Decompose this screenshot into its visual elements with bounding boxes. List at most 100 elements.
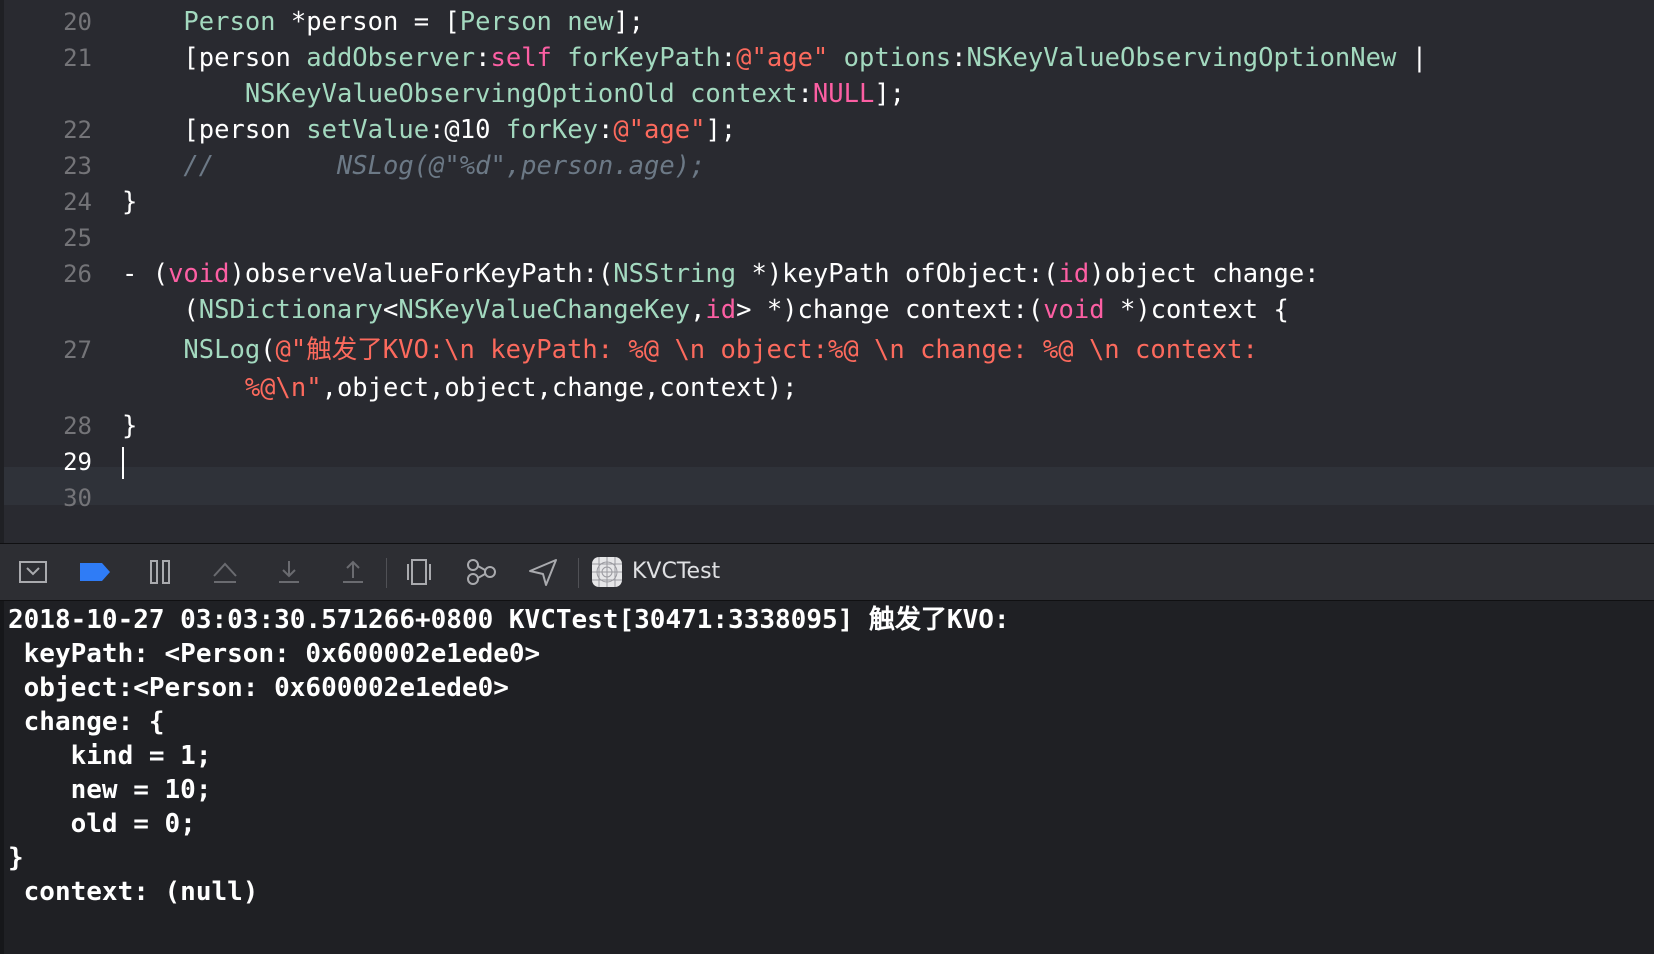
- code-token-plain: ];: [705, 115, 737, 145]
- code-token-plain: :: [720, 43, 737, 73]
- pause-continue-icon[interactable]: [144, 556, 178, 588]
- step-out-icon[interactable]: [336, 556, 370, 588]
- code-line[interactable]: (NSDictionary<NSKeyValueChangeKey,id> *)…: [122, 291, 1644, 329]
- simulate-location-icon[interactable]: [526, 556, 560, 588]
- code-line[interactable]: // NSLog(@"%d",person.age);: [122, 147, 1644, 185]
- console-line: old = 0;: [8, 809, 196, 839]
- console-line: change: {: [8, 707, 165, 737]
- code-token-method: new: [567, 7, 614, 37]
- line-number: 24: [63, 188, 92, 216]
- debug-toolbar: KVCTest: [0, 543, 1654, 601]
- code-line[interactable]: [122, 443, 1644, 481]
- code-line[interactable]: Person *person = [Person new];: [122, 3, 1644, 41]
- code-token-plain: ,object,object,change,context);: [321, 373, 798, 403]
- code-token-plain: :: [597, 115, 614, 145]
- code-token-type: NSDictionary: [198, 295, 383, 325]
- step-into-icon[interactable]: [272, 556, 306, 588]
- line-number: 26: [63, 260, 92, 288]
- line-number-current: 29: [63, 448, 92, 476]
- code-token-keyword: void: [168, 259, 230, 289]
- code-token-plain: ];: [613, 7, 645, 37]
- line-number: 21: [63, 44, 92, 72]
- code-token-type: Person: [459, 7, 552, 37]
- code-token-method: context: [690, 79, 798, 109]
- code-token-plain: > *)change context:(: [736, 295, 1044, 325]
- code-token-plain: |: [1396, 43, 1428, 73]
- console-line: 2018-10-27 03:03:30.571266+0800 KVCTest[…: [8, 605, 1010, 635]
- code-token-string: @"age": [613, 115, 706, 145]
- toolbar-separator: [578, 558, 579, 588]
- code-line[interactable]: [122, 479, 1644, 517]
- code-token-type: Person: [183, 7, 276, 37]
- code-token-plain: :: [951, 43, 967, 73]
- code-token-plain: )object change:: [1089, 259, 1320, 289]
- code-line[interactable]: }: [122, 183, 1644, 221]
- code-token-plain: <: [383, 295, 399, 325]
- code-token-type: NSKeyValueObservingOptionNew: [966, 43, 1397, 73]
- console-line: kind = 1;: [8, 741, 212, 771]
- console-line: }: [8, 843, 24, 873]
- source-editor[interactable]: 20 21 22 23 24 25 26 27 28 29 30 Person …: [0, 0, 1654, 543]
- app-target-icon[interactable]: [590, 556, 624, 588]
- code-token-keyword: id: [1058, 259, 1090, 289]
- breakpoints-toggle-icon[interactable]: [78, 556, 112, 588]
- code-line[interactable]: %@\n",object,object,change,context);: [122, 369, 1644, 407]
- code-token-plain: [person: [122, 43, 307, 73]
- line-number: 25: [63, 224, 92, 252]
- code-token-plain: ];: [874, 79, 906, 109]
- code-token-string: @"触发了KVO:\n keyPath: %@ \n object:%@ \n …: [275, 335, 1258, 365]
- code-token-type: NSKeyValueObservingOptionOld: [244, 79, 675, 109]
- console-line: object:<Person: 0x600002e1ede0>: [8, 673, 509, 703]
- code-line[interactable]: NSKeyValueObservingOptionOld context:NUL…: [122, 75, 1644, 113]
- code-line[interactable]: [person setValue:@10 forKey:@"age"];: [122, 111, 1644, 149]
- code-token-keyword: NULL: [812, 79, 875, 109]
- code-line[interactable]: [person addObserver:self forKeyPath:@"ag…: [122, 39, 1644, 77]
- code-token-string: @"age": [736, 43, 829, 73]
- code-line[interactable]: NSLog(@"触发了KVO:\n keyPath: %@ \n object:…: [122, 331, 1644, 369]
- code-token-plain: :: [797, 79, 813, 109]
- code-token-plain: :: [475, 43, 491, 73]
- line-number: 28: [63, 412, 92, 440]
- console-output[interactable]: 2018-10-27 03:03:30.571266+0800 KVCTest[…: [0, 601, 1654, 954]
- code-line[interactable]: }: [122, 407, 1644, 445]
- code-token-method: forKeyPath: [567, 43, 721, 73]
- code-token-plain: *)keyPath ofObject:(: [736, 259, 1059, 289]
- code-token-method: NSLog: [183, 335, 261, 365]
- code-token-keyword: id: [705, 295, 737, 325]
- console-line: keyPath: <Person: 0x600002e1ede0>: [8, 639, 541, 669]
- code-token-type: NSKeyValueChangeKey: [398, 295, 691, 325]
- line-number: 22: [63, 116, 92, 144]
- code-token-plain: *person = [: [275, 7, 460, 37]
- code-token-comment: // NSLog(@"%d",person.age);: [122, 151, 706, 181]
- debug-view-hierarchy-icon[interactable]: [402, 556, 436, 588]
- code-line[interactable]: - (void)observeValueForKeyPath:(NSString…: [122, 255, 1644, 293]
- code-token-plain: - (: [122, 259, 169, 289]
- code-token-plain: }: [122, 411, 138, 441]
- toolbar-separator: [386, 558, 387, 588]
- text-caret: [122, 447, 124, 479]
- code-token-plain: [person: [122, 115, 307, 145]
- code-token-method: addObserver: [306, 43, 476, 73]
- code-token-plain: ,: [690, 295, 706, 325]
- code-token-plain: *)context {: [1104, 295, 1289, 325]
- line-number: 27: [63, 336, 92, 364]
- debug-memory-graph-icon[interactable]: [464, 556, 498, 588]
- console-line: context: (null): [8, 877, 259, 907]
- step-over-icon[interactable]: [208, 556, 242, 588]
- code-token-plain: (: [260, 335, 276, 365]
- code-token-plain: )observeValueForKeyPath:(: [229, 259, 614, 289]
- code-token-keyword: void: [1043, 295, 1105, 325]
- code-line[interactable]: [122, 219, 1644, 257]
- console-line: new = 10;: [8, 775, 212, 805]
- target-name-label[interactable]: KVCTest: [632, 544, 720, 600]
- hide-debug-area-icon[interactable]: [16, 556, 50, 588]
- code-token-plain: (: [122, 295, 199, 325]
- code-token-method: setValue: [306, 115, 430, 145]
